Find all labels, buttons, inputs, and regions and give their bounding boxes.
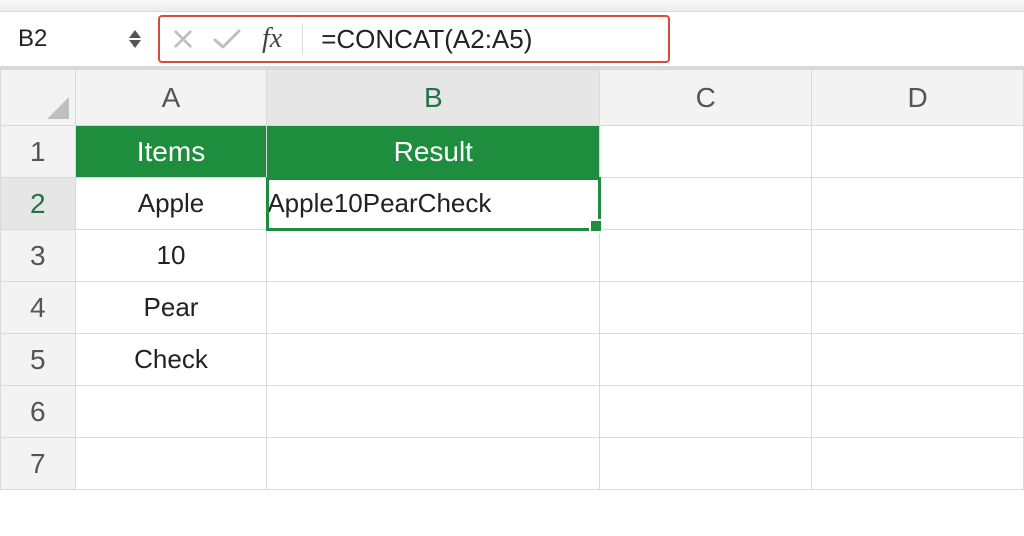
name-box[interactable]: B2 [8,19,158,59]
row-header-3[interactable]: 3 [1,230,76,282]
row-header-5[interactable]: 5 [1,334,76,386]
select-all-corner[interactable] [1,70,76,126]
cell-C2[interactable] [600,178,812,230]
row-header-4[interactable]: 4 [1,282,76,334]
cell-D2[interactable] [812,178,1024,230]
check-icon [212,27,242,51]
cell-D7[interactable] [812,438,1024,490]
chevron-down-icon [128,39,142,49]
cell-A5[interactable]: Check [75,334,267,386]
col-header-D[interactable]: D [812,70,1024,126]
cell-C7[interactable] [600,438,812,490]
name-box-value: B2 [18,25,47,53]
formula-bar-controls: fx [158,15,670,63]
cell-C6[interactable] [600,386,812,438]
cell-D4[interactable] [812,282,1024,334]
cell-B4[interactable] [267,282,600,334]
row-header-1[interactable]: 1 [1,126,76,178]
cell-D5[interactable] [812,334,1024,386]
cell-C4[interactable] [600,282,812,334]
col-header-B[interactable]: B [267,70,600,126]
cell-B5[interactable] [267,334,600,386]
cell-A3[interactable]: 10 [75,230,267,282]
row-header-2[interactable]: 2 [1,178,76,230]
cell-B1[interactable]: Result [267,126,600,178]
row-header-7[interactable]: 7 [1,438,76,490]
formula-bar: B2 fx [0,12,1024,68]
cell-B6[interactable] [267,386,600,438]
divider [302,23,303,55]
close-icon [172,28,194,50]
name-box-stepper[interactable] [128,29,142,49]
cell-D6[interactable] [812,386,1024,438]
cell-B2[interactable]: Apple10PearCheck [267,178,600,230]
cell-D3[interactable] [812,230,1024,282]
cell-C3[interactable] [600,230,812,282]
cell-A4[interactable]: Pear [75,282,267,334]
fx-label[interactable]: fx [260,23,284,55]
col-header-C[interactable]: C [600,70,812,126]
spreadsheet-grid[interactable]: A B C D 1 Items Result 2 Apple Apple10Pe… [0,68,1024,490]
formula-input[interactable] [321,24,656,55]
cell-B7[interactable] [267,438,600,490]
cell-C5[interactable] [600,334,812,386]
title-bar-stub [0,0,1024,12]
cell-A6[interactable] [75,386,267,438]
cell-A1[interactable]: Items [75,126,267,178]
cell-C1[interactable] [600,126,812,178]
row-header-6[interactable]: 6 [1,386,76,438]
cell-D1[interactable] [812,126,1024,178]
confirm-button[interactable] [212,27,242,51]
cell-B3[interactable] [267,230,600,282]
cancel-button[interactable] [172,28,194,50]
chevron-up-icon [128,29,142,39]
cell-A2[interactable]: Apple [75,178,267,230]
col-header-A[interactable]: A [75,70,267,126]
cell-A7[interactable] [75,438,267,490]
